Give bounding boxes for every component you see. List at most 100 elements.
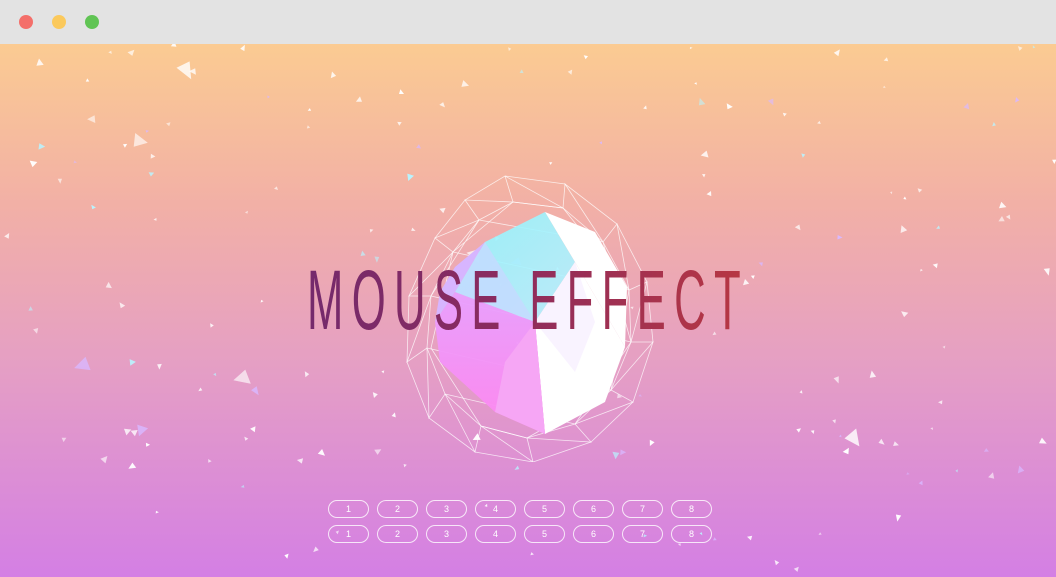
particle-shard — [119, 302, 126, 309]
particle-shard — [726, 103, 733, 110]
particle-shard — [155, 510, 159, 514]
particle-shard — [1032, 45, 1036, 49]
particle-shard — [713, 537, 717, 541]
particle-shard — [774, 560, 780, 566]
effect-button-2[interactable]: 2 — [377, 500, 418, 518]
particle-shard — [33, 328, 39, 334]
effect-button-5[interactable]: 5 — [524, 500, 565, 518]
particle-shard — [1015, 97, 1020, 103]
effect-button-3[interactable]: 3 — [426, 500, 467, 518]
particle-shard — [210, 323, 214, 328]
button-row-bottom: 1 2 3 4 5 6 7 8 — [328, 525, 712, 543]
particle-shard — [91, 204, 96, 210]
particle-shard — [38, 143, 46, 150]
particle-shard — [918, 480, 923, 486]
particle-shard — [583, 55, 588, 60]
particle-shard — [123, 143, 128, 148]
particle-shard — [153, 217, 157, 221]
particle-shard — [818, 532, 822, 535]
variant-button-6[interactable]: 6 — [573, 525, 614, 543]
particle-shard — [176, 61, 192, 80]
particle-shard — [381, 370, 385, 374]
variant-button-2[interactable]: 2 — [377, 525, 418, 543]
particle-shard — [87, 115, 96, 123]
particle-shard — [240, 44, 245, 52]
particle-shard — [284, 553, 289, 559]
close-dot-icon[interactable] — [19, 15, 33, 29]
particle-shard — [838, 434, 842, 438]
particle-shard — [842, 447, 849, 455]
particle-shard — [832, 419, 836, 424]
effect-canvas[interactable]: MOUSE EFFECT 1 2 3 4 5 6 7 8 1 2 3 4 5 6… — [0, 44, 1056, 577]
particle-shard — [833, 376, 839, 384]
particle-shard — [936, 225, 940, 229]
particle-shard — [28, 306, 33, 311]
particle-shard — [313, 546, 319, 553]
effect-button-1[interactable]: 1 — [328, 500, 369, 518]
particle-shard — [330, 71, 337, 79]
variant-button-4[interactable]: 4 — [475, 525, 516, 543]
particle-shard — [157, 363, 162, 370]
particle-shard — [942, 345, 946, 349]
variant-button-1[interactable]: 1 — [328, 525, 369, 543]
particle-shard — [74, 356, 91, 371]
effect-button-8[interactable]: 8 — [671, 500, 712, 518]
particle-shard — [61, 437, 67, 443]
particle-shard — [148, 172, 155, 177]
particle-shard — [519, 69, 524, 74]
minimize-dot-icon[interactable] — [52, 15, 66, 29]
particle-shard — [998, 216, 1005, 222]
particle-shard — [906, 472, 910, 475]
effect-button-7[interactable]: 7 — [622, 500, 663, 518]
particle-shard — [85, 78, 90, 82]
particle-shard — [833, 49, 840, 57]
particle-shard — [837, 235, 843, 240]
effect-button-4[interactable]: 4 — [475, 500, 516, 518]
particle-shard — [57, 178, 62, 184]
particle-shard — [29, 160, 38, 168]
particle-shard — [689, 47, 693, 50]
variant-button-8[interactable]: 8 — [671, 525, 712, 543]
particle-shard — [694, 82, 697, 85]
particle-shard — [73, 160, 77, 164]
particle-shard — [508, 47, 512, 51]
particle-shard — [233, 369, 251, 384]
window-titlebar — [0, 0, 1056, 44]
particle-shard — [129, 359, 136, 366]
variant-button-7[interactable]: 7 — [622, 525, 663, 543]
particle-shard — [782, 112, 787, 117]
particle-shard — [130, 430, 138, 437]
browser-window: MOUSE EFFECT 1 2 3 4 5 6 7 8 1 2 3 4 5 6… — [0, 0, 1056, 577]
particle-shard — [793, 566, 799, 572]
particle-shard — [306, 125, 311, 129]
particle-shard — [170, 44, 177, 47]
particle-shard — [917, 188, 923, 193]
effect-button-6[interactable]: 6 — [573, 500, 614, 518]
variant-button-5[interactable]: 5 — [524, 525, 565, 543]
particle-shard — [677, 543, 681, 547]
particle-shard — [213, 372, 217, 377]
maximize-dot-icon[interactable] — [85, 15, 99, 29]
particle-shard — [145, 442, 151, 447]
particle-shard — [124, 428, 132, 436]
button-row-top: 1 2 3 4 5 6 7 8 — [328, 500, 712, 518]
particle-shard — [304, 371, 310, 378]
particle-shard — [549, 162, 553, 165]
particle-shard — [137, 424, 149, 437]
particle-shard — [810, 430, 815, 434]
particle-shard — [251, 386, 259, 396]
particle-shard — [240, 484, 245, 488]
particle-shard — [355, 96, 362, 102]
particle-shard — [1039, 437, 1047, 444]
particle-shard — [399, 89, 404, 94]
particle-shard — [307, 108, 312, 111]
particle-shard — [882, 85, 886, 88]
variant-button-3[interactable]: 3 — [426, 525, 467, 543]
particle-shard — [895, 514, 902, 522]
particle-shard — [1017, 46, 1023, 51]
particle-shard — [844, 428, 860, 447]
particle-shard — [416, 144, 422, 149]
particle-shard — [767, 98, 774, 106]
particle-shard — [4, 233, 10, 239]
particle-shard — [128, 462, 137, 469]
